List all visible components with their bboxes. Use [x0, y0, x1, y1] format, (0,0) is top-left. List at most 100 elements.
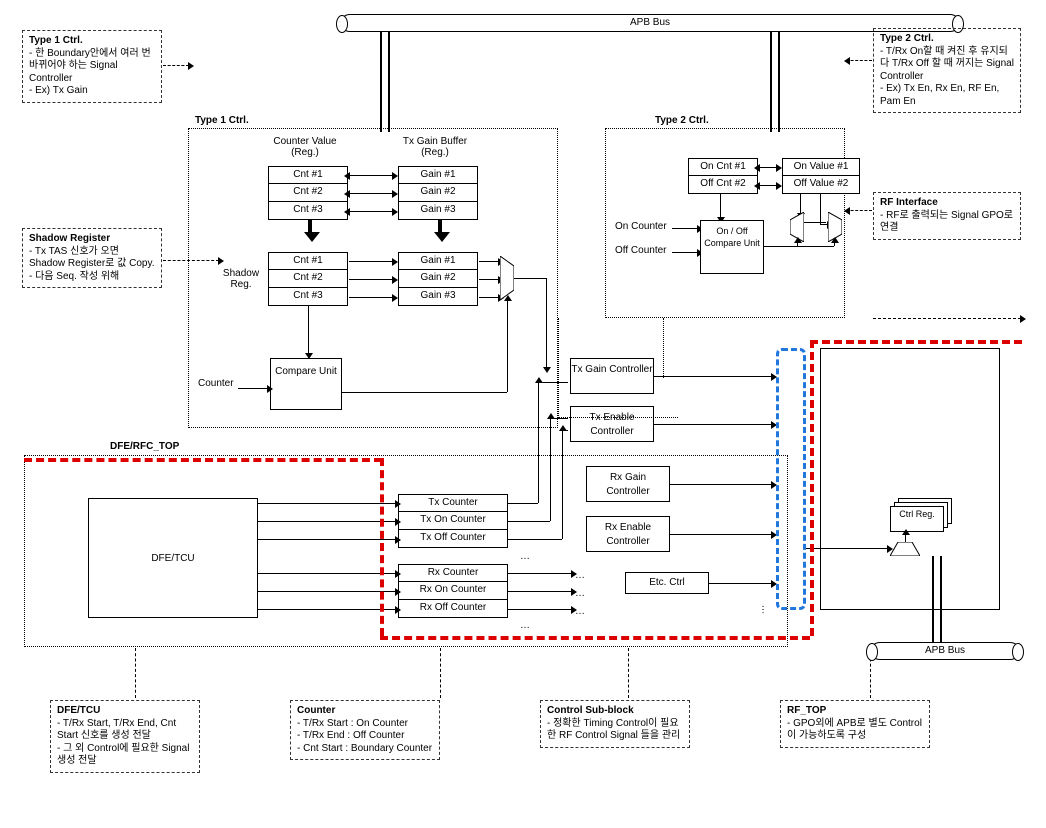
- tx-counter: Tx Counter: [398, 494, 508, 512]
- dots-rx3: …: [575, 606, 585, 617]
- dotted-t2-to-txgain: [654, 318, 664, 378]
- t2-val-dn2v: [820, 194, 821, 224]
- shadow-gain-2: Gain #2: [398, 270, 478, 288]
- line-mux-1: [479, 261, 499, 262]
- rx-counter: Rx Counter: [398, 564, 508, 582]
- leader-type2: [846, 60, 872, 61]
- t2-cnt-to-cmp: [720, 194, 721, 218]
- bus-drop-1b: [388, 32, 390, 132]
- o-txc: [508, 503, 538, 504]
- label-tx-gain-buf: Tx Gain Buffer (Reg.): [390, 136, 480, 158]
- note-dfetcu: DFE/TCU - T/Rx Start, T/Rx End, Cnt Star…: [50, 700, 200, 773]
- type2-offval: Off Value #2: [782, 176, 860, 194]
- note-counter-l2: - T/Rx End : Off Counter: [297, 730, 433, 743]
- t2-sel-v1: [797, 242, 798, 246]
- rftop-mux-in: [905, 534, 906, 542]
- dots-ctrl: …: [760, 605, 771, 615]
- t2-sel-h: [764, 246, 834, 247]
- rx-gain-controller: Rx Gain Controller: [586, 466, 670, 502]
- compare-unit: Compare Unit: [270, 358, 342, 410]
- label-dferfc: DFE/RFC_TOP: [110, 441, 179, 452]
- leader-dfetcu: [135, 648, 136, 698]
- note-counter-l3: - Cnt Start : Boundary Counter: [297, 743, 433, 756]
- shadow-cnt-2: Cnt #2: [268, 270, 348, 288]
- offc-line: [672, 252, 698, 253]
- apb-bus-bottom: APB Bus: [870, 642, 1020, 660]
- out-rxgain: [670, 484, 772, 485]
- rf-top-block: [820, 348, 1000, 610]
- rx-on-counter: Rx On Counter: [398, 582, 508, 600]
- bus-drop-2b: [778, 32, 780, 132]
- note-csb: Control Sub-block - 정확한 Timing Control이 …: [540, 700, 690, 748]
- onoff-compare-unit: On / Off Compare Unit: [700, 220, 764, 274]
- out-rxen: [670, 534, 772, 535]
- l-dfe-txc: [258, 503, 396, 504]
- note-csb-l1: - 정확한 Timing Control이 필요한 RF Control Sig…: [547, 718, 683, 743]
- note-dfetcu-l1: - T/Rx Start, T/Rx End, Cnt Start 신호를 생성…: [57, 718, 193, 743]
- note-type1-l1: - 한 Boundary안에서 여러 번 바뀌어야 하는 Signal Cont…: [29, 48, 155, 86]
- label-off-counter: Off Counter: [615, 245, 667, 256]
- mux-out-v: [546, 278, 547, 368]
- note-type1-l2: - Ex) Tx Gain: [29, 85, 155, 98]
- counter-in-line: [238, 388, 268, 389]
- note-counter: Counter - T/Rx Start : On Counter - T/Rx…: [290, 700, 440, 760]
- line-sh-3: [349, 297, 393, 298]
- dfetcu-block: DFE/TCU: [88, 498, 258, 618]
- dots-rx2: …: [575, 588, 585, 599]
- t2-mid-h1: [804, 222, 826, 223]
- t2-val-dn1: [800, 194, 801, 214]
- v-txoff-h: [562, 430, 568, 431]
- leader-counter: [440, 648, 441, 698]
- out-txen: [654, 424, 772, 425]
- line-cnt-gain-3b: [349, 211, 393, 212]
- v-txon-up: [550, 418, 551, 521]
- gain-reg-1: Gain #1: [398, 166, 478, 184]
- note-rfint: RF Interface - RF로 출력되는 Signal GPO로 연결: [873, 192, 1021, 240]
- note-shadow: Shadow Register - Tx TAS 신호가 오면 Shadow R…: [22, 228, 162, 288]
- rftop-apb-drop1: [932, 556, 934, 642]
- o-rxon: [508, 591, 572, 592]
- cnt-to-cmp: [308, 306, 309, 354]
- o-txon: [508, 521, 550, 522]
- dots-rx1: …: [575, 570, 585, 581]
- rf-interface-bus: [776, 348, 806, 610]
- shadow-cnt-3: Cnt #3: [268, 288, 348, 306]
- type2-offcnt: Off Cnt #2: [688, 176, 758, 194]
- leader-rfint: [846, 210, 872, 211]
- note-shadow-l1: - Tx TAS 신호가 오면 Shadow Register로 값 Copy.: [29, 246, 155, 271]
- note-rftop-title: RF_TOP: [787, 705, 923, 718]
- rftop-apb-drop2: [940, 556, 942, 642]
- cnt-reg-3: Cnt #3: [268, 202, 348, 220]
- note-type1: Type 1 Ctrl. - 한 Boundary안에서 여러 번 바뀌어야 하…: [22, 30, 162, 103]
- shadow-gain-3: Gain #3: [398, 288, 478, 306]
- mux-sel-line-h: [341, 392, 507, 393]
- shadow-cnt-stack: Cnt #1 Cnt #2 Cnt #3: [268, 252, 348, 306]
- label-counter-value: Counter Value (Reg.): [260, 136, 350, 158]
- type2-val-stack: On Value #1 Off Value #2: [782, 158, 860, 194]
- cnt-reg-1: Cnt #1: [268, 166, 348, 184]
- shadow-cnt-1: Cnt #1: [268, 252, 348, 270]
- label-counter-in: Counter: [198, 378, 234, 389]
- bus-drop-1: [380, 32, 382, 132]
- type2-onval: On Value #1: [782, 158, 860, 176]
- label-on-counter: On Counter: [615, 221, 667, 232]
- counter-stack: Tx Counter Tx On Counter Tx Off Counter: [398, 494, 508, 548]
- note-shadow-l2: - 다음 Seq. 작성 위해: [29, 271, 155, 284]
- mux-sel-line-v: [507, 300, 508, 392]
- rx-en-controller: Rx Enable Controller: [586, 516, 670, 552]
- out-etc: [709, 583, 772, 584]
- note-rfint-l1: - RF로 출력되는 Signal GPO로 연결: [880, 210, 1014, 235]
- type2-oncnt: On Cnt #1: [688, 158, 758, 176]
- l-dfe-txon: [258, 521, 396, 522]
- blue-to-rftopmux: [806, 548, 888, 549]
- note-type2-l2: - Ex) Tx En, Rx En, RF En, Pam En: [880, 83, 1014, 108]
- note-shadow-title: Shadow Register: [29, 233, 155, 246]
- note-type2-title: Type 2 Ctrl.: [880, 33, 1014, 46]
- leader-rfint-dn-h: [873, 318, 1021, 319]
- o-rxoff: [508, 609, 572, 610]
- gain-reg-2: Gain #2: [398, 184, 478, 202]
- mux-out-h: [514, 278, 546, 279]
- note-counter-l1: - T/Rx Start : On Counter: [297, 718, 433, 731]
- dots-mid: …: [520, 551, 530, 562]
- v-txoff-up: [562, 430, 563, 539]
